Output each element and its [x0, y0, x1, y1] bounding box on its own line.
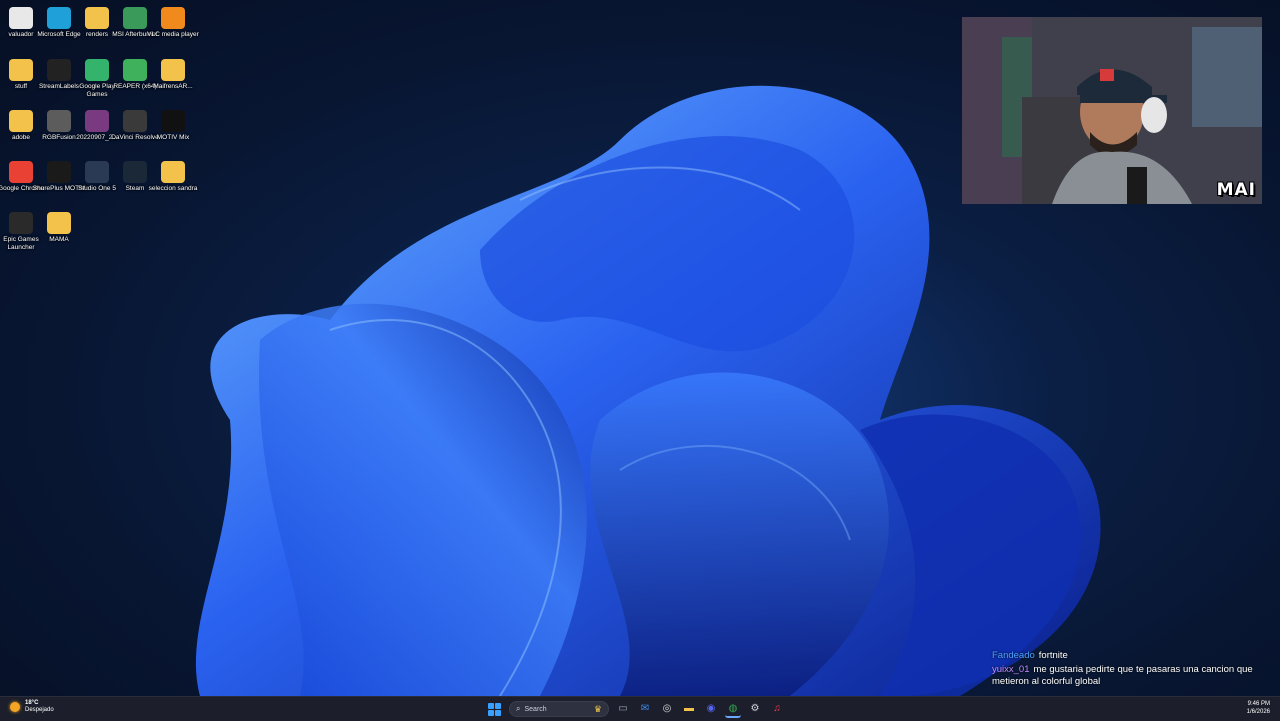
discord-icon[interactable]: ◉ [703, 700, 719, 716]
desktop-icon[interactable]: MAMA [31, 208, 87, 258]
clock-date: 1/6/2026 [1246, 709, 1270, 715]
chat-text: fortnite [1038, 650, 1068, 661]
chat-overlay: Fandeado fortnite yuixx_01 me gustaria ped… [992, 650, 1262, 690]
streamlabels-icon [47, 59, 71, 81]
weather-temperature: 18°C [25, 700, 39, 706]
start-button[interactable] [486, 701, 503, 718]
search-icon: ⌕ [516, 704, 521, 713]
folder-icon [161, 59, 185, 81]
steam-icon [123, 161, 147, 183]
weather-condition: Despejado [25, 707, 54, 713]
folder-icon [85, 7, 109, 29]
sun-icon [10, 702, 20, 712]
streamer-webcam-image [962, 17, 1262, 204]
taskbar-center: ⌕ Search ♛ ▭ ✉ ◎ ▬ ◉ ◍ ⚙ ♫ [486, 699, 785, 719]
clock-time: 9:46 PM [1247, 701, 1270, 707]
crown-icon: ♛ [593, 703, 602, 714]
desktop-icon[interactable]: MOTIV Mix [145, 106, 201, 156]
file-explorer-icon[interactable]: ▬ [681, 700, 697, 716]
chat-message: Fandeado fortnite [992, 650, 1262, 662]
chrome-icon [9, 161, 33, 183]
chrome-icon[interactable]: ◍ [725, 700, 741, 718]
task-view-icon[interactable]: ▭ [615, 700, 631, 716]
chat-username: Fandeado [992, 650, 1035, 661]
folder-icon [161, 161, 185, 183]
vlc-icon [161, 7, 185, 29]
pinned-apps: ▭ ✉ ◎ ▬ ◉ ◍ ⚙ ♫ [615, 700, 785, 718]
afterburner-icon [123, 7, 147, 29]
webcam-watermark: MAI [1216, 180, 1256, 200]
chat-message: yuixx_01 me gustaria pedirte que te pasar… [992, 664, 1262, 688]
image-file-icon [85, 110, 109, 132]
obs-icon[interactable]: ◎ [659, 700, 675, 716]
desktop-icon[interactable]: VLC media player [145, 3, 201, 53]
document-icon [9, 7, 33, 29]
weather-widget[interactable]: 18°C Despejado [10, 700, 54, 714]
desktop-icon[interactable]: MaifrensAR... [145, 55, 201, 105]
taskbar: 18°C Despejado ⌕ Search ♛ ▭ ✉ ◎ ▬ ◉ ◍ ⚙ ♫ 9:46 … [0, 696, 1280, 721]
shureplus-icon [47, 161, 71, 183]
webcam-overlay: MAI [962, 17, 1262, 204]
chat-username: yuixx_01 [992, 664, 1030, 675]
music-icon[interactable]: ♫ [769, 700, 785, 716]
motiv-mix-icon [161, 110, 185, 132]
play-games-icon [85, 59, 109, 81]
epic-games-icon [9, 212, 33, 234]
settings-icon[interactable]: ⚙ [747, 700, 763, 716]
desktop-icon[interactable]: seleccion sandra [145, 157, 201, 207]
chat-text: me gustaria pedirte que te pasaras una c… [992, 664, 1253, 687]
desktop-icon-label: MaifrensAR... [153, 83, 193, 90]
desktop-icon-label: VLC media player [147, 31, 199, 38]
folder-icon [9, 110, 33, 132]
system-clock[interactable]: 9:46 PM 1/6/2026 [1247, 700, 1270, 716]
reaper-icon [123, 59, 147, 81]
folder-icon [9, 59, 33, 81]
edge-icon [47, 7, 71, 29]
davinci-icon [123, 110, 147, 132]
folder-icon [47, 212, 71, 234]
desktop-icon-label: MOTIV Mix [156, 134, 190, 141]
mail-icon[interactable]: ✉ [637, 700, 653, 716]
studio-one-icon [85, 161, 109, 183]
taskbar-search[interactable]: ⌕ Search ♛ [509, 701, 609, 717]
desktop-icon-label: seleccion sandra [148, 185, 198, 192]
rgbfusion-icon [47, 110, 71, 132]
desktop-icon-label: MAMA [49, 236, 69, 243]
search-placeholder: Search [524, 705, 547, 713]
